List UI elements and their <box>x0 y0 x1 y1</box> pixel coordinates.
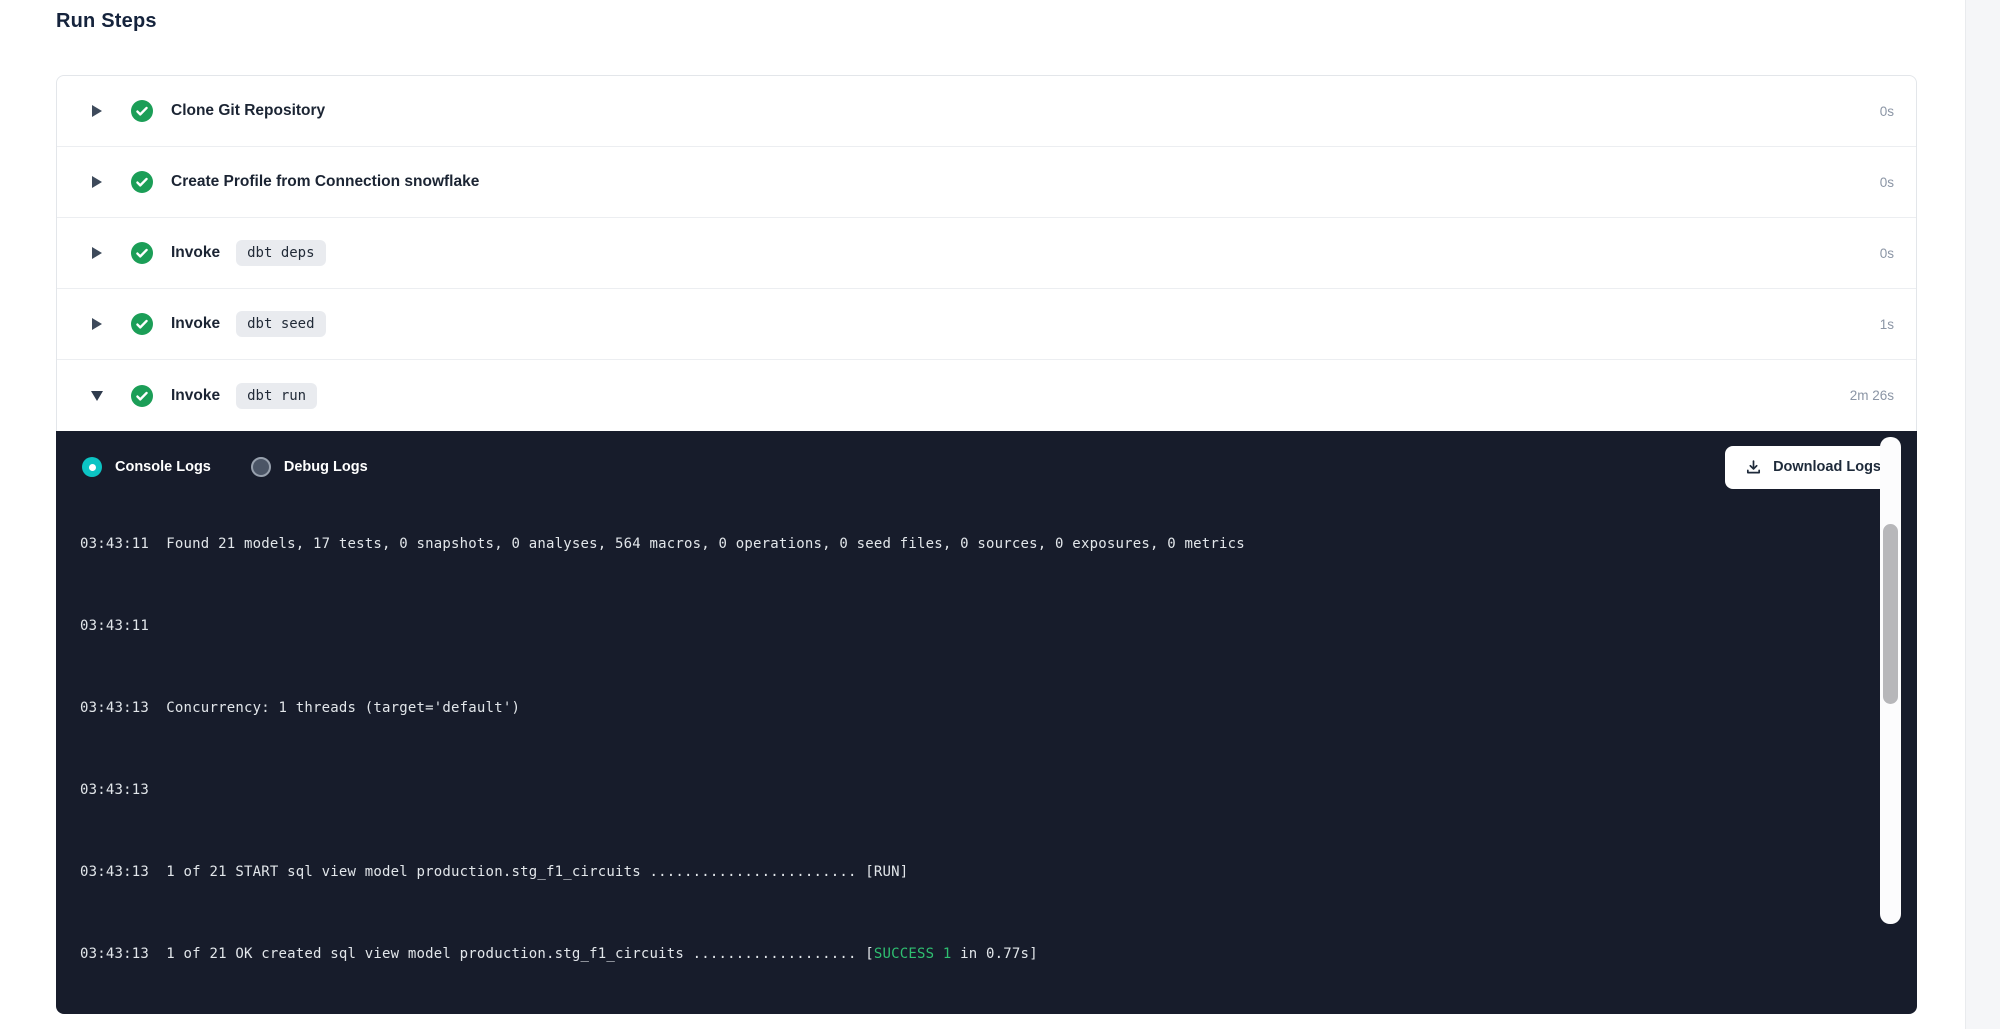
step-command-chip: dbt run <box>236 383 317 409</box>
log-line: 03:43:13 Concurrency: 1 threads (target=… <box>80 698 1917 719</box>
step-duration: 2m 26s <box>1850 388 1894 403</box>
step-duration: 0s <box>1880 104 1894 119</box>
expand-caret-icon[interactable] <box>91 104 103 118</box>
log-line: 03:43:11 <box>80 616 1917 637</box>
log-scrollbar-thumb[interactable] <box>1883 524 1898 704</box>
step-label: Invoke <box>171 244 220 262</box>
step-row[interactable]: Invoke dbt seed 1s <box>57 289 1916 360</box>
log-type-radios: Console Logs Debug Logs <box>82 457 408 477</box>
success-check-icon <box>131 171 153 193</box>
log-scrollbar-track[interactable] <box>1880 437 1901 924</box>
step-command-chip: dbt seed <box>236 311 325 337</box>
console-log-output[interactable]: 03:43:11 Found 21 models, 17 tests, 0 sn… <box>56 503 1917 1014</box>
page-title: Run Steps <box>56 10 157 33</box>
step-label: Create Profile from Connection snowflake <box>171 173 479 191</box>
expand-caret-icon[interactable] <box>91 389 103 403</box>
step-duration: 0s <box>1880 175 1894 190</box>
download-logs-button[interactable]: Download Logs <box>1725 446 1901 489</box>
download-icon <box>1745 459 1762 476</box>
radio-label: Console Logs <box>115 459 211 475</box>
expand-caret-icon[interactable] <box>91 175 103 189</box>
radio-icon[interactable] <box>82 457 102 477</box>
log-toolbar: Console Logs Debug Logs Download Logs <box>56 431 1917 503</box>
log-line: 03:43:13 <box>80 780 1917 801</box>
success-check-icon <box>131 100 153 122</box>
radio-label: Debug Logs <box>284 459 368 475</box>
step-row[interactable]: Clone Git Repository 0s <box>57 76 1916 147</box>
radio-icon[interactable] <box>251 457 271 477</box>
step-label: Clone Git Repository <box>171 102 325 120</box>
step-duration: 0s <box>1880 246 1894 261</box>
step-row[interactable]: Create Profile from Connection snowflake… <box>57 147 1916 218</box>
right-gutter <box>1965 0 2000 1029</box>
step-label: Invoke <box>171 387 220 405</box>
log-panel: Console Logs Debug Logs Download Logs <box>56 431 1917 1014</box>
step-label: Invoke <box>171 315 220 333</box>
success-check-icon <box>131 313 153 335</box>
log-lines: 03:43:11 Found 21 models, 17 tests, 0 sn… <box>80 503 1917 1014</box>
step-duration: 1s <box>1880 317 1894 332</box>
log-type-radio[interactable]: Debug Logs <box>251 457 368 477</box>
run-steps-page: Run Steps Clone Git Repository 0s Create… <box>0 0 2000 1029</box>
success-check-icon <box>131 242 153 264</box>
expand-caret-icon[interactable] <box>91 317 103 331</box>
step-command-chip: dbt deps <box>236 240 325 266</box>
step-row[interactable]: Invoke dbt run 2m 26s <box>57 360 1916 431</box>
success-check-icon <box>131 385 153 407</box>
expand-caret-icon[interactable] <box>91 246 103 260</box>
step-row[interactable]: Invoke dbt deps 0s <box>57 218 1916 289</box>
download-logs-label: Download Logs <box>1773 459 1881 475</box>
log-line: 03:43:11 Found 21 models, 17 tests, 0 sn… <box>80 534 1917 555</box>
steps-list: Clone Git Repository 0s Create Profile f… <box>57 76 1916 431</box>
log-type-radio[interactable]: Console Logs <box>82 457 211 477</box>
log-line: 03:43:13 1 of 21 START sql view model pr… <box>80 862 1917 883</box>
run-steps-card: Clone Git Repository 0s Create Profile f… <box>56 75 1917 1013</box>
log-line: 03:43:13 1 of 21 OK created sql view mod… <box>80 944 1917 965</box>
